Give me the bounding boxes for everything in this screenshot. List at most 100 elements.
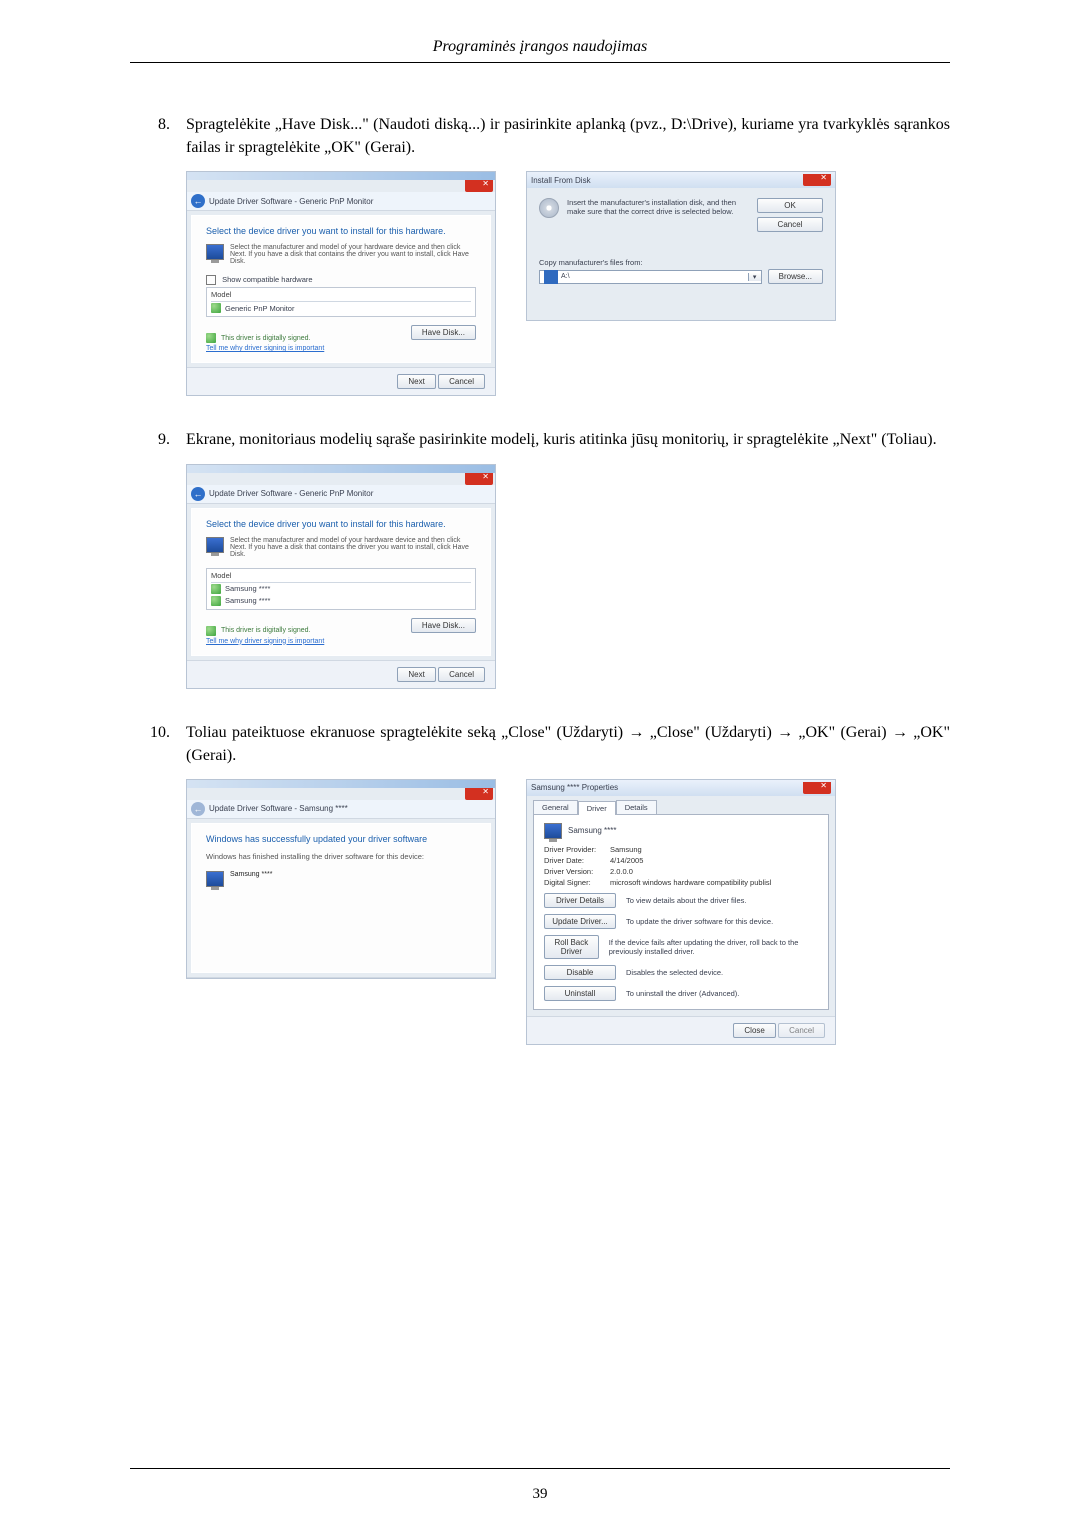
button-desc: To uninstall the driver (Advanced). xyxy=(626,989,739,998)
list-item-label: Generic PnP Monitor xyxy=(225,304,294,313)
prop-val: microsoft windows hardware compatibility… xyxy=(610,878,771,887)
figure-properties-dialog: Samsung **** Properties General Driver D… xyxy=(526,779,836,1045)
have-disk-button[interactable]: Have Disk... xyxy=(411,618,476,633)
floppy-icon xyxy=(544,270,558,284)
list-item-label: Samsung **** xyxy=(225,584,270,593)
dialog-heading: Windows has successfully updated your dr… xyxy=(206,834,476,844)
monitor-icon xyxy=(206,537,224,553)
step-number: 9. xyxy=(130,428,186,451)
figure-update-driver-dialog: ← Update Driver Software - Generic PnP M… xyxy=(186,171,496,396)
step-9: 9. Ekrane, monitoriaus modelių sąraše pa… xyxy=(130,428,950,451)
show-compat-label: Show compatible hardware xyxy=(222,275,312,284)
tab-general[interactable]: General xyxy=(533,800,578,814)
page-header: Programinės įrangos naudojimas xyxy=(130,38,950,62)
chevron-down-icon[interactable]: ▾ xyxy=(748,273,761,281)
dialog-title: Install From Disk xyxy=(531,176,591,185)
dialog-title: Update Driver Software - Samsung **** xyxy=(209,804,348,813)
close-icon[interactable] xyxy=(465,473,493,485)
step-text: Ekrane, monitoriaus modelių sąraše pasir… xyxy=(186,428,950,451)
page-number: 39 xyxy=(0,1486,1080,1503)
model-header: Model xyxy=(211,290,471,302)
close-icon[interactable] xyxy=(465,788,493,800)
rollback-driver-button[interactable]: Roll Back Driver xyxy=(544,935,599,959)
close-icon[interactable] xyxy=(803,174,831,186)
step-text: Spragtelėkite „Have Disk..." (Naudoti di… xyxy=(186,113,950,159)
cancel-button: Cancel xyxy=(778,1023,825,1038)
prop-val: Samsung xyxy=(610,845,642,854)
list-item-label: Samsung **** xyxy=(225,596,270,605)
list-item[interactable]: Samsung **** xyxy=(211,595,471,607)
model-header: Model xyxy=(211,571,471,583)
driver-details-button[interactable]: Driver Details xyxy=(544,893,616,908)
list-item[interactable]: Generic PnP Monitor xyxy=(211,302,471,314)
button-desc: Disables the selected device. xyxy=(626,968,723,977)
close-button[interactable]: Close xyxy=(733,1023,775,1038)
update-driver-button[interactable]: Update Driver... xyxy=(544,914,616,929)
next-button[interactable]: Next xyxy=(397,667,435,682)
shield-icon xyxy=(211,303,221,313)
dialog-subtext: Windows has finished installing the driv… xyxy=(206,852,476,861)
signing-link[interactable]: Tell me why driver signing is important xyxy=(206,638,324,645)
browse-button[interactable]: Browse... xyxy=(768,269,823,284)
prop-val: 4/14/2005 xyxy=(610,856,643,865)
shield-icon xyxy=(211,584,221,594)
dialog-instruction: Select the manufacturer and model of you… xyxy=(230,537,476,558)
dialog-heading: Select the device driver you want to ins… xyxy=(206,519,476,529)
monitor-icon xyxy=(544,823,562,839)
cancel-button[interactable]: Cancel xyxy=(757,217,823,232)
uninstall-button[interactable]: Uninstall xyxy=(544,986,616,1001)
monitor-icon xyxy=(206,871,224,887)
button-desc: To view details about the driver files. xyxy=(626,896,746,905)
header-rule xyxy=(130,62,950,63)
prop-val: 2.0.0.0 xyxy=(610,867,633,876)
shield-icon xyxy=(211,596,221,606)
drive-value: A:\ xyxy=(561,273,570,280)
cancel-button[interactable]: Cancel xyxy=(438,667,485,682)
shield-icon xyxy=(206,333,216,343)
figure-update-success: ← Update Driver Software - Samsung **** … xyxy=(186,779,496,979)
device-label: Samsung **** xyxy=(230,871,272,887)
ok-button[interactable]: OK xyxy=(757,198,823,213)
have-disk-button[interactable]: Have Disk... xyxy=(411,325,476,340)
next-button[interactable]: Next xyxy=(397,374,435,389)
drive-dropdown[interactable]: A:\ ▾ xyxy=(539,270,762,284)
prop-key: Driver Date: xyxy=(544,856,610,865)
model-list[interactable]: Model Samsung **** Samsung **** xyxy=(206,568,476,610)
step-text: Toliau pateiktuose ekranuose spragtelėki… xyxy=(186,721,950,767)
dialog-instruction: Insert the manufacturer's installation d… xyxy=(567,198,749,232)
shield-icon xyxy=(206,626,216,636)
signing-link[interactable]: Tell me why driver signing is important xyxy=(206,345,324,352)
cancel-button[interactable]: Cancel xyxy=(438,374,485,389)
disable-button[interactable]: Disable xyxy=(544,965,616,980)
back-icon[interactable]: ← xyxy=(191,487,205,501)
footer-rule xyxy=(130,1468,950,1469)
prop-key: Driver Provider: xyxy=(544,845,610,854)
step-number: 10. xyxy=(130,721,186,744)
close-icon[interactable] xyxy=(465,180,493,192)
close-icon[interactable] xyxy=(803,782,831,794)
dialog-heading: Select the device driver you want to ins… xyxy=(206,226,476,236)
list-item[interactable]: Samsung **** xyxy=(211,583,471,595)
tabs: General Driver Details xyxy=(533,800,835,814)
step-10: 10. Toliau pateiktuose ekranuose spragte… xyxy=(130,721,950,767)
monitor-icon xyxy=(206,244,224,260)
button-desc: To update the driver software for this d… xyxy=(626,917,773,926)
button-desc: If the device fails after updating the d… xyxy=(609,938,818,956)
device-label: Samsung **** xyxy=(568,826,616,835)
prop-key: Driver Version: xyxy=(544,867,610,876)
show-compat-checkbox[interactable] xyxy=(206,275,216,285)
figure-select-model: ← Update Driver Software - Generic PnP M… xyxy=(186,464,496,689)
signed-label: This driver is digitally signed. xyxy=(221,335,310,342)
back-icon[interactable]: ← xyxy=(191,194,205,208)
dialog-title: Samsung **** Properties xyxy=(531,783,618,792)
dialog-instruction: Select the manufacturer and model of you… xyxy=(230,244,476,265)
back-icon: ← xyxy=(191,802,205,816)
cd-icon xyxy=(539,198,559,218)
tab-details[interactable]: Details xyxy=(616,800,657,814)
tab-driver[interactable]: Driver xyxy=(578,801,616,815)
model-list[interactable]: Model Generic PnP Monitor xyxy=(206,287,476,317)
prop-key: Digital Signer: xyxy=(544,878,610,887)
step-number: 8. xyxy=(130,113,186,136)
step-8: 8. Spragtelėkite „Have Disk..." (Naudoti… xyxy=(130,113,950,159)
dialog-title: Update Driver Software - Generic PnP Mon… xyxy=(209,197,373,206)
